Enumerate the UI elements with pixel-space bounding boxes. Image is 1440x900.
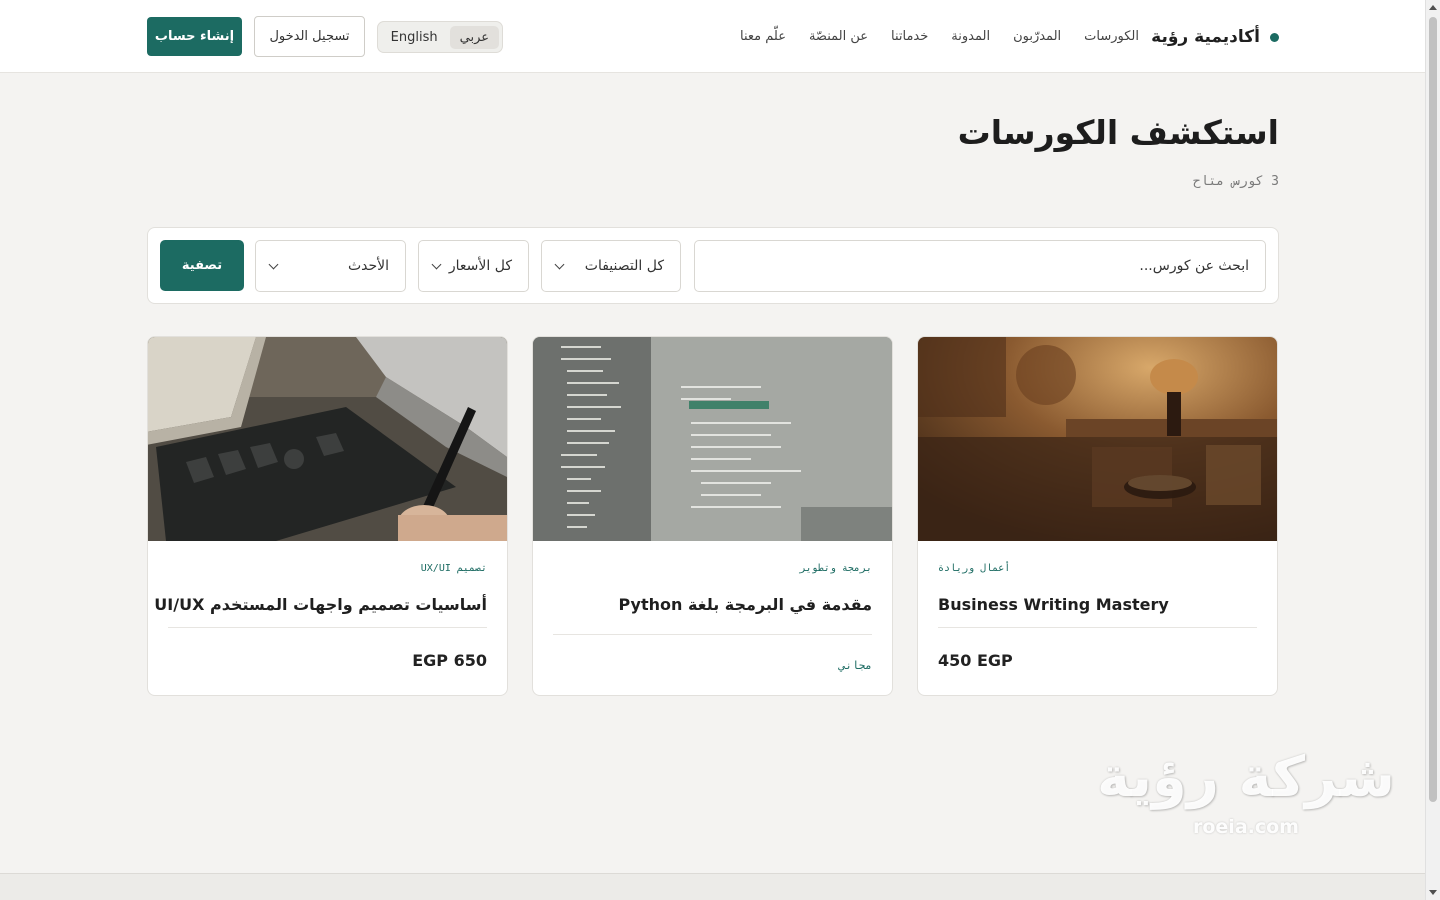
course-image-drawing-tablet	[148, 337, 507, 541]
lang-english-option[interactable]: English	[381, 26, 448, 49]
course-card-uiux[interactable]: تصميم UX/UI أساسيات تصميم واجهات المستخد…	[147, 336, 508, 696]
course-card-business-writing[interactable]: أعمال وريادة Business Writing Mastery 45…	[917, 336, 1278, 696]
brand-name: أكاديمية رؤية	[1151, 27, 1260, 47]
course-category: أعمال وريادة	[938, 563, 1011, 574]
card-body: تصميم UX/UI أساسيات تصميم واجهات المستخد…	[154, 541, 487, 695]
nav-about[interactable]: عن المنصّة	[809, 29, 868, 44]
card-divider	[938, 627, 1257, 628]
card-body: أعمال وريادة Business Writing Mastery 45…	[938, 541, 1257, 695]
scroll-up-arrow-icon[interactable]	[1429, 5, 1437, 10]
nav-blog[interactable]: المدونة	[951, 29, 990, 44]
search-input[interactable]	[694, 240, 1266, 292]
chevron-down-icon	[431, 259, 442, 269]
card-divider	[553, 634, 872, 635]
lang-arabic-option[interactable]: عربي	[449, 25, 499, 49]
watermark-text: شركة رؤية	[1097, 745, 1395, 810]
card-divider	[168, 627, 487, 628]
main-nav: الكورسات المدرّبون المدونة خدماتنا عن ال…	[740, 26, 1139, 46]
watermark-url: roeia.com	[1193, 816, 1299, 838]
footer-edge	[0, 873, 1425, 900]
nav-teach-with-us[interactable]: علّم معنا	[740, 29, 786, 44]
top-navbar: أكاديمية رؤية الكورسات المدرّبون المدونة…	[0, 0, 1425, 73]
page: أكاديمية رؤية الكورسات المدرّبون المدونة…	[0, 0, 1425, 900]
course-title[interactable]: Business Writing Mastery	[938, 595, 1169, 614]
nav-courses[interactable]: الكورسات	[1084, 29, 1139, 44]
scroll-down-arrow-icon[interactable]	[1429, 890, 1437, 895]
course-title[interactable]: أساسيات تصميم واجهات المستخدم UI/UX	[154, 595, 487, 614]
signup-button[interactable]: إنشاء حساب	[147, 17, 242, 56]
nav-services[interactable]: خدماتنا	[891, 29, 928, 44]
course-category: تصميم UX/UI	[420, 563, 487, 574]
course-category: برمجة وتطوير	[799, 563, 872, 574]
category-select[interactable]: كل التصنيفات	[541, 240, 681, 292]
page-scrollbar[interactable]	[1425, 0, 1440, 900]
nav-trainers[interactable]: المدرّبون	[1013, 29, 1061, 44]
brand-dot-icon	[1270, 32, 1279, 42]
price-select-value: كل الأسعار	[448, 258, 512, 274]
page-title: استكشف الكورسات	[957, 113, 1279, 152]
sort-select-value: الأحدث	[347, 258, 389, 274]
price-select[interactable]: كل الأسعار	[418, 240, 529, 292]
login-button[interactable]: تسجيل الدخول	[254, 16, 365, 57]
chevron-down-icon	[554, 259, 565, 269]
scroll-thumb[interactable]	[1429, 17, 1437, 802]
brand-logo[interactable]: أكاديمية رؤية	[1151, 25, 1279, 49]
course-image-code-screen	[533, 337, 892, 541]
language-switcher: عربي English	[377, 21, 503, 53]
category-select-value: كل التصنيفات	[584, 258, 664, 274]
chevron-down-icon	[268, 259, 279, 269]
course-image-desk-lamp	[918, 337, 1277, 541]
card-body: برمجة وتطوير مقدمة في البرمجة بلغة Pytho…	[553, 541, 872, 695]
course-price: مجاني	[838, 659, 872, 672]
sort-select[interactable]: الأحدث	[255, 240, 406, 292]
course-count: 3 كورس متاح	[1192, 174, 1279, 189]
course-title[interactable]: مقدمة في البرمجة بلغة Python	[619, 595, 872, 614]
course-card-python[interactable]: برمجة وتطوير مقدمة في البرمجة بلغة Pytho…	[532, 336, 893, 696]
filter-bar: كل التصنيفات كل الأسعار الأحدث تصفية	[147, 227, 1279, 304]
course-price: 450 EGP	[938, 651, 1013, 670]
apply-filter-button[interactable]: تصفية	[160, 240, 244, 291]
course-price: EGP 650	[412, 651, 487, 670]
